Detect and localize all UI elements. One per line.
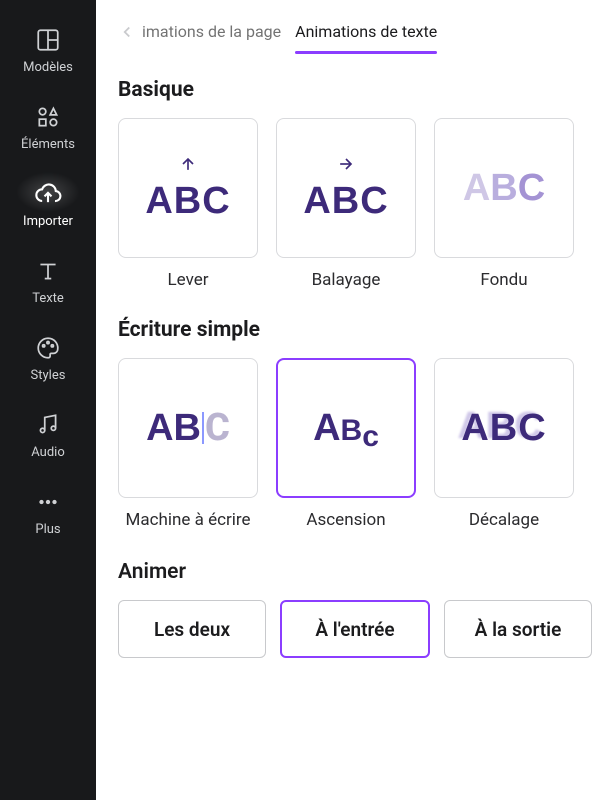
abc-preview: ABC (145, 180, 230, 223)
tile-label: Décalage (469, 510, 539, 530)
tile-typewriter[interactable]: ABC (118, 358, 258, 498)
palette-icon (34, 334, 62, 362)
section-title: Écriture simple (118, 318, 592, 342)
sidebar-item-label: Styles (31, 368, 66, 383)
tile-label: Balayage (312, 270, 381, 290)
audio-icon (34, 411, 62, 439)
tile-label: Machine à écrire (126, 510, 251, 530)
tile-label: Fondu (480, 270, 527, 290)
arrow-right-icon (336, 154, 356, 178)
abc-preview: ABC (463, 167, 545, 210)
templates-icon (34, 26, 62, 54)
tabs: imations de la page Animations de texte (118, 22, 592, 54)
seg-on-exit[interactable]: À la sortie (444, 600, 592, 658)
seg-label: À l'entrée (315, 618, 394, 641)
active-glow (16, 172, 80, 212)
tile-decalage[interactable]: ABC ABC (434, 358, 574, 498)
section-animate: Animer Les deux À l'entrée À la sortie (118, 560, 592, 658)
sidebar-item-import[interactable]: Importer (0, 168, 96, 245)
tile-fondu[interactable]: ABC (434, 118, 574, 258)
main-panel: imations de la page Animations de texte … (96, 0, 614, 800)
tab-page-animations[interactable]: imations de la page (118, 22, 281, 41)
seg-label: À la sortie (475, 618, 562, 641)
tab-underline (295, 51, 437, 54)
abc-preview: ABC ABC (461, 407, 546, 450)
tab-text-animations[interactable]: Animations de texte (295, 22, 437, 41)
seg-label: Les deux (154, 618, 230, 641)
arrow-up-icon (178, 154, 198, 178)
chevron-left-icon (118, 23, 136, 41)
sidebar-item-audio[interactable]: Audio (0, 399, 96, 476)
sidebar-item-label: Éléments (21, 137, 75, 152)
section-simple-writing: Écriture simple ABC Machine à écrire ABᴄ (118, 318, 592, 530)
tile-label: Ascension (306, 510, 385, 530)
tab-label: imations de la page (142, 22, 281, 41)
section-title: Basique (118, 78, 592, 102)
abc-preview: ABᴄ (313, 407, 379, 450)
sidebar-item-text[interactable]: Texte (0, 245, 96, 322)
sidebar-item-styles[interactable]: Styles (0, 322, 96, 399)
section-basic: Basique ABC Lever (118, 78, 592, 290)
sidebar-item-label: Modèles (23, 60, 73, 75)
sidebar-item-label: Importer (23, 214, 73, 229)
tile-lever[interactable]: ABC (118, 118, 258, 258)
tile-label: Lever (168, 270, 209, 290)
tile-ascension[interactable]: ABᴄ (276, 358, 416, 498)
sidebar-item-label: Audio (31, 445, 64, 460)
more-icon (34, 488, 62, 516)
section-title: Animer (118, 560, 592, 584)
sidebar-item-more[interactable]: Plus (0, 476, 96, 553)
sidebar: Modèles Éléments Importer (0, 0, 96, 800)
seg-on-enter[interactable]: À l'entrée (280, 600, 430, 658)
abc-preview: ABC (303, 180, 388, 223)
sidebar-item-label: Texte (32, 291, 64, 306)
sidebar-item-templates[interactable]: Modèles (0, 14, 96, 91)
seg-both[interactable]: Les deux (118, 600, 266, 658)
tab-label: Animations de texte (295, 22, 437, 41)
tile-balayage[interactable]: ABC (276, 118, 416, 258)
elements-icon (34, 103, 62, 131)
sidebar-item-elements[interactable]: Éléments (0, 91, 96, 168)
text-icon (34, 257, 62, 285)
sidebar-item-label: Plus (35, 522, 60, 537)
abc-preview: ABC (146, 406, 230, 450)
